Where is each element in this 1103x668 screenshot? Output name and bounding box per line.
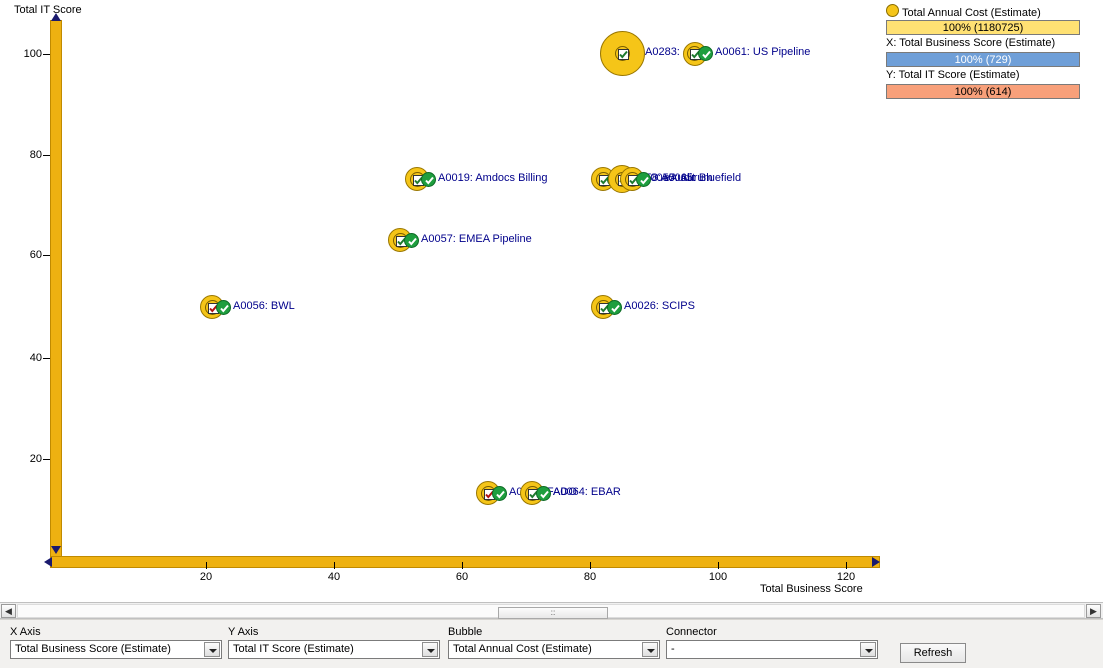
chart-plot-area: Total IT Score Total Business Score 100 …: [0, 0, 880, 600]
scroll-left-button[interactable]: ◀: [1, 604, 16, 618]
x-axis-control: X Axis Total Business Score (Estimate): [10, 626, 222, 659]
refresh-button[interactable]: Refresh: [900, 643, 966, 663]
connector-select[interactable]: -: [666, 640, 878, 659]
connector-control: Connector -: [666, 626, 878, 659]
x-axis-select-value: Total Business Score (Estimate): [15, 643, 171, 655]
x-tick-label: 20: [199, 571, 213, 583]
legend-bubble-value: 100% (1180725): [886, 20, 1080, 35]
y-tick-mark: [43, 459, 50, 460]
y-tick-label: 80: [29, 149, 42, 161]
chart-legend: Total Annual Cost (Estimate) 100% (11807…: [886, 4, 1080, 104]
x-axis-right-arrow-icon: [872, 557, 880, 567]
chart-controls-bar: X Axis Total Business Score (Estimate) Y…: [0, 619, 1103, 668]
point-label: A0064: EBAR: [553, 486, 621, 498]
y-axis-select[interactable]: Total IT Score (Estimate): [228, 640, 440, 659]
bubble-select-value: Total Annual Cost (Estimate): [453, 643, 592, 655]
y-tick-label: 20: [29, 453, 42, 465]
y-tick-mark: [43, 155, 50, 156]
checkbox-icon[interactable]: [615, 46, 630, 61]
y-axis-down-arrow-icon: [51, 546, 61, 554]
status-ok-icon: [404, 233, 419, 248]
x-axis-left-arrow-icon: [44, 557, 52, 567]
x-axis-title: Total Business Score: [760, 583, 863, 595]
y-tick-mark: [43, 54, 50, 55]
chevron-down-icon[interactable]: [422, 642, 438, 657]
y-axis-select-value: Total IT Score (Estimate): [233, 643, 354, 655]
y-tick-mark: [43, 358, 50, 359]
status-ok-icon: [421, 172, 436, 187]
bubble-control: Bubble Total Annual Cost (Estimate): [448, 626, 660, 659]
x-tick-mark: [206, 562, 207, 569]
x-tick-label: 60: [455, 571, 469, 583]
horizontal-scrollbar[interactable]: ◀ ∶∶ ▶: [0, 602, 1103, 619]
status-ok-icon: [216, 300, 231, 315]
scrollbar-thumb[interactable]: ∶∶: [498, 607, 608, 619]
legend-x-value: 100% (729): [886, 52, 1080, 67]
x-tick-mark: [462, 562, 463, 569]
scroll-right-button[interactable]: ▶: [1086, 604, 1101, 618]
x-axis-bar: [50, 556, 880, 568]
point-label: A0061: US Pipeline: [715, 46, 811, 58]
y-tick-label: 100: [23, 48, 42, 60]
status-ok-icon: [636, 172, 651, 187]
chevron-down-icon[interactable]: [860, 642, 876, 657]
x-tick-label: 40: [327, 571, 341, 583]
legend-x-title-row: X: Total Business Score (Estimate): [886, 36, 1080, 51]
bubble-control-label: Bubble: [448, 626, 483, 638]
legend-bubble-title-row: Total Annual Cost (Estimate): [886, 4, 1080, 19]
x-tick-mark: [718, 562, 719, 569]
legend-x-title: X: Total Business Score (Estimate): [886, 37, 1056, 49]
y-tick-label: 60: [29, 249, 42, 261]
x-axis-select[interactable]: Total Business Score (Estimate): [10, 640, 222, 659]
chevron-down-icon[interactable]: [642, 642, 658, 657]
y-axis-up-arrow-icon: [51, 13, 61, 21]
status-ok-icon: [536, 486, 551, 501]
x-tick-label: 120: [836, 571, 856, 583]
chevron-down-icon[interactable]: [204, 642, 220, 657]
y-axis-control-label: Y Axis: [228, 626, 259, 638]
legend-y-title: Y: Total IT Score (Estimate): [886, 69, 1020, 81]
x-tick-mark: [590, 562, 591, 569]
x-tick-label: 80: [583, 571, 597, 583]
x-tick-mark: [846, 562, 847, 569]
x-tick-mark: [334, 562, 335, 569]
point-label: A0019: Amdocs Billing: [438, 172, 548, 184]
y-tick-label: 40: [29, 352, 42, 364]
legend-bubble-title: Total Annual Cost (Estimate): [902, 7, 1041, 19]
connector-select-value: -: [671, 643, 675, 655]
point-label: A0065: Bluefield: [661, 172, 742, 184]
point-label: A0026: SCIPS: [624, 300, 695, 312]
point-label: A0057: EMEA Pipeline: [421, 233, 532, 245]
x-axis-control-label: X Axis: [10, 626, 41, 638]
legend-y-title-row: Y: Total IT Score (Estimate): [886, 68, 1080, 83]
x-tick-label: 100: [708, 571, 728, 583]
legend-y-value: 100% (614): [886, 84, 1080, 99]
connector-control-label: Connector: [666, 626, 717, 638]
y-axis-bar: [50, 20, 62, 558]
y-tick-mark: [43, 255, 50, 256]
y-axis-title: Total IT Score: [14, 4, 82, 16]
bubble-legend-icon: [886, 4, 899, 17]
status-ok-icon: [698, 46, 713, 61]
status-ok-icon: [492, 486, 507, 501]
bubble-select[interactable]: Total Annual Cost (Estimate): [448, 640, 660, 659]
scrollbar-track[interactable]: ∶∶: [17, 604, 1085, 619]
y-axis-control: Y Axis Total IT Score (Estimate): [228, 626, 440, 659]
status-ok-icon: [607, 300, 622, 315]
point-label: A0056: BWL: [233, 300, 295, 312]
